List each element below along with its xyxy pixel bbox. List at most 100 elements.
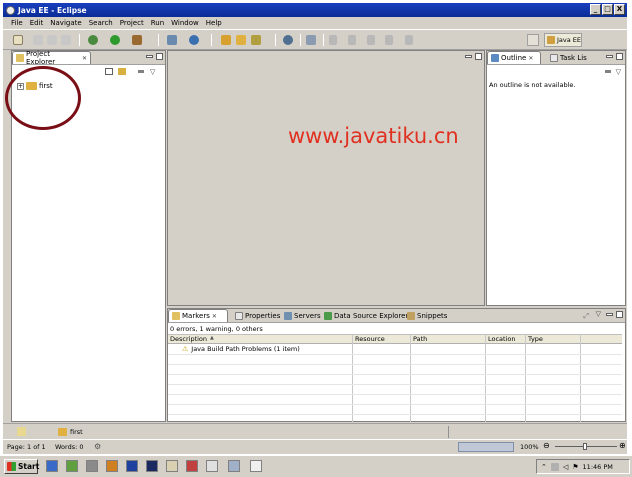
project-explorer-icon xyxy=(16,54,24,62)
tab-data-source-explorer[interactable]: Data Source Explorer xyxy=(321,309,411,322)
new-wizard-icon[interactable] xyxy=(189,35,199,45)
back-icon[interactable] xyxy=(385,35,393,45)
menu-run[interactable]: Run xyxy=(151,19,164,27)
view-menu-min-icon[interactable] xyxy=(138,70,144,73)
next-annotation-icon[interactable] xyxy=(329,35,337,45)
app-icon[interactable] xyxy=(166,460,178,472)
start-button[interactable]: Start xyxy=(4,459,39,474)
last-edit-icon[interactable] xyxy=(367,35,375,45)
menu-window[interactable]: Window xyxy=(171,19,199,27)
view-buttons[interactable] xyxy=(458,442,514,452)
outline-view-menu-min-icon[interactable] xyxy=(605,70,611,73)
app-icon[interactable] xyxy=(146,460,158,472)
menu-file[interactable]: File xyxy=(11,19,23,27)
column-resource[interactable]: Resource xyxy=(355,335,385,343)
run-icon[interactable] xyxy=(110,35,120,45)
data-source-icon xyxy=(324,311,332,320)
outline-minimize-icon[interactable] xyxy=(606,55,613,58)
forward-icon[interactable] xyxy=(405,35,413,45)
zoom-in-icon[interactable]: ⊕ xyxy=(619,441,626,450)
zoom-slider-thumb[interactable] xyxy=(583,443,587,450)
java-ee-icon xyxy=(547,36,555,44)
column-description[interactable]: Description ▲ xyxy=(170,335,214,343)
save-all-icon[interactable] xyxy=(47,35,57,45)
editor-maximize-icon[interactable] xyxy=(475,53,482,60)
sort-ascending-icon: ▲ xyxy=(210,335,214,341)
globe-icon[interactable] xyxy=(283,35,293,45)
new-server-icon[interactable] xyxy=(167,35,177,45)
browser-icon[interactable] xyxy=(46,460,58,472)
markers-maximize-icon[interactable] xyxy=(616,311,623,318)
menu-search[interactable]: Search xyxy=(89,19,113,27)
open-perspective-button[interactable] xyxy=(527,34,539,46)
fast-view-icon[interactable] xyxy=(17,427,26,436)
close-button[interactable]: X xyxy=(614,4,625,15)
tab-snippets[interactable]: Snippets xyxy=(404,309,450,322)
eclipse-status-bar: first xyxy=(3,423,627,439)
tab-task-list[interactable]: Task Lis xyxy=(547,51,590,64)
markers-chevron-icon[interactable]: ▽ xyxy=(596,310,601,318)
markers-icon xyxy=(172,312,180,320)
close-icon[interactable]: ✕ xyxy=(212,313,217,320)
search-icon[interactable] xyxy=(306,35,316,45)
debug-icon[interactable] xyxy=(88,35,98,45)
menu-bar: File Edit Navigate Search Project Run Wi… xyxy=(3,17,627,29)
perspective-java-ee[interactable]: Java EE xyxy=(544,33,582,47)
column-type[interactable]: Type xyxy=(528,335,543,343)
word-icon[interactable] xyxy=(250,460,262,472)
pencil-icon[interactable] xyxy=(251,35,261,45)
zoom-out-icon[interactable]: ⊖ xyxy=(543,441,550,450)
menu-edit[interactable]: Edit xyxy=(30,19,44,27)
menu-navigate[interactable]: Navigate xyxy=(50,19,81,27)
flag-icon[interactable]: ⚑ xyxy=(572,463,578,471)
maximize-view-icon[interactable] xyxy=(156,53,163,60)
tab-properties[interactable]: Properties xyxy=(232,309,283,322)
tab-servers[interactable]: Servers xyxy=(281,309,324,322)
tab-markers[interactable]: Markers ✕ xyxy=(168,309,228,322)
close-icon[interactable]: ✕ xyxy=(528,55,533,62)
app-icon[interactable] xyxy=(86,460,98,472)
markers-content: 0 errors, 1 warning, 0 others Descriptio… xyxy=(168,322,625,422)
maximize-button[interactable]: □ xyxy=(602,4,613,15)
tab-outline[interactable]: Outline ✕ xyxy=(487,51,541,64)
collapse-all-icon[interactable] xyxy=(105,68,113,75)
markers-minimize-icon[interactable] xyxy=(606,313,613,316)
system-tray: ⌃ ◁ ⚑ 11:46 PM xyxy=(536,459,630,474)
link-with-editor-icon[interactable] xyxy=(118,68,126,75)
app-icon[interactable] xyxy=(126,460,138,472)
annotation-circle xyxy=(5,66,81,130)
markers-table-header xyxy=(168,334,622,344)
outline-maximize-icon[interactable] xyxy=(616,53,623,60)
external-tools-icon[interactable] xyxy=(132,35,142,45)
warning-icon: ⚠ xyxy=(182,345,189,353)
proofing-icon[interactable]: ⚙ xyxy=(94,442,101,451)
app-icon[interactable] xyxy=(228,460,240,472)
tray-expand-icon[interactable]: ⌃ xyxy=(541,463,547,471)
previous-annotation-icon[interactable] xyxy=(348,35,356,45)
new-icon[interactable] xyxy=(13,35,23,45)
editor-minimize-icon[interactable] xyxy=(465,55,472,58)
column-path[interactable]: Path xyxy=(413,335,427,343)
open-folder-icon[interactable] xyxy=(236,35,246,45)
network-icon[interactable] xyxy=(550,462,559,471)
column-location[interactable]: Location xyxy=(488,335,516,343)
view-menu-chevron-icon[interactable]: ▽ xyxy=(150,68,155,76)
volume-icon[interactable]: ◁ xyxy=(563,463,568,471)
open-type-icon[interactable] xyxy=(221,35,231,45)
outline-view: Outline ✕ Task Lis ▽ An outline is not a… xyxy=(486,50,626,306)
app-icon[interactable] xyxy=(66,460,78,472)
print-icon[interactable] xyxy=(61,35,71,45)
minimize-button[interactable]: _ xyxy=(590,4,601,15)
markers-view-menu-icon[interactable]: ⤢ xyxy=(583,312,589,321)
close-icon[interactable]: ✕ xyxy=(82,55,87,62)
menu-project[interactable]: Project xyxy=(120,19,144,27)
menu-help[interactable]: Help xyxy=(206,19,222,27)
app-icon[interactable] xyxy=(206,460,218,472)
save-icon[interactable] xyxy=(33,35,43,45)
tab-project-explorer[interactable]: Project Explorer ✕ xyxy=(12,50,91,66)
table-row[interactable]: ⚠ Java Build Path Problems (1 item) xyxy=(182,345,300,353)
outline-view-menu-chevron-icon[interactable]: ▽ xyxy=(616,68,621,76)
app-icon[interactable] xyxy=(186,460,198,472)
media-icon[interactable] xyxy=(106,460,118,472)
minimize-view-icon[interactable] xyxy=(146,55,153,58)
